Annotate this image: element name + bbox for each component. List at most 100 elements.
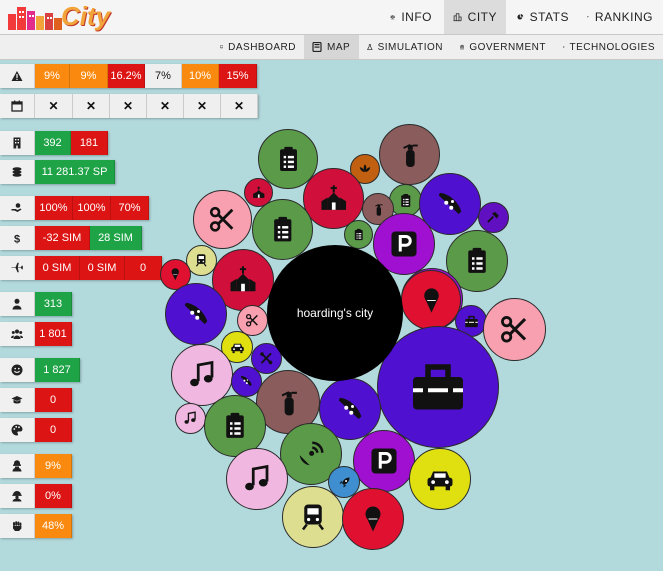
stat-cell-disabled: ✕ bbox=[221, 94, 258, 118]
clipboard-icon bbox=[400, 193, 411, 207]
parking-bubble[interactable] bbox=[353, 430, 415, 492]
subnav-government-label: GOVERNMENT bbox=[469, 41, 546, 53]
car-bubble[interactable] bbox=[409, 448, 471, 510]
nav-stats[interactable]: STATS bbox=[508, 0, 578, 34]
music-bubble[interactable] bbox=[226, 448, 288, 510]
trophy-icon bbox=[587, 16, 589, 18]
rocket-icon bbox=[339, 477, 349, 487]
pie-chart-icon bbox=[517, 14, 524, 20]
fist-icon bbox=[0, 514, 35, 538]
stat-value: 48% bbox=[35, 514, 72, 538]
stat-cell-disabled: ✕ bbox=[73, 94, 110, 118]
church-icon bbox=[321, 184, 346, 210]
stat-row: 11 281.37 SP bbox=[0, 160, 115, 184]
stat-value: 313 bbox=[35, 292, 72, 316]
music-bubble[interactable] bbox=[175, 403, 206, 434]
svg-text:$: $ bbox=[14, 234, 20, 245]
stat-value: -32 SIM bbox=[35, 226, 90, 250]
nav-info-label: INFO bbox=[401, 10, 432, 24]
scissors-bubble[interactable] bbox=[193, 190, 252, 249]
stat-value: 100% bbox=[35, 196, 73, 220]
dollar-icon: $ bbox=[0, 226, 35, 250]
stat-value: 0 SIM bbox=[80, 256, 125, 280]
nav-info[interactable]: INFO bbox=[381, 0, 441, 34]
subnav-government[interactable]: GOVERNMENT bbox=[452, 35, 554, 59]
ice-cream-icon bbox=[365, 506, 381, 532]
city-center-bubble[interactable]: hoarding's city bbox=[267, 245, 403, 381]
fire-extinguisher-bubble[interactable] bbox=[379, 124, 440, 185]
nav-city[interactable]: CITY bbox=[444, 0, 506, 34]
stat-value: 0 SIM bbox=[35, 256, 80, 280]
clipboard-icon bbox=[226, 412, 244, 438]
church-icon bbox=[252, 186, 265, 198]
subnav-technologies-label: TECHNOLOGIES bbox=[569, 41, 655, 53]
nav-stats-label: STATS bbox=[529, 10, 569, 24]
subnav-map[interactable]: MAP bbox=[304, 35, 359, 59]
city-name-label: hoarding's city bbox=[296, 306, 374, 320]
people-icon bbox=[0, 322, 35, 346]
stat-value: 16.2% bbox=[108, 64, 145, 88]
clipboard-bubble[interactable] bbox=[252, 199, 313, 260]
train-bubble[interactable] bbox=[282, 486, 344, 548]
stat-value: 181 bbox=[71, 131, 108, 155]
stat-value: 0 bbox=[35, 388, 72, 412]
nav-ranking-label: RANKING bbox=[594, 10, 653, 24]
stat-row: 9% bbox=[0, 454, 72, 478]
stat-cell-disabled: ✕ bbox=[147, 94, 184, 118]
map-icon bbox=[312, 42, 322, 52]
scissors-bubble[interactable] bbox=[483, 298, 546, 361]
smile-icon bbox=[0, 358, 35, 382]
stat-value: 70% bbox=[111, 196, 149, 220]
stat-row: $ -32 SIM 28 SIM bbox=[0, 226, 142, 250]
fire-extinguisher-icon bbox=[402, 143, 418, 167]
hammer-icon bbox=[487, 212, 499, 223]
app-logo[interactable]: City bbox=[6, 1, 136, 32]
subnav-map-label: MAP bbox=[327, 41, 351, 53]
pizza-icon bbox=[338, 397, 362, 419]
warning-icon bbox=[0, 64, 35, 88]
balance-scale-icon bbox=[390, 15, 396, 20]
lotus-icon bbox=[359, 164, 371, 172]
stat-cell-disabled: ✕ bbox=[35, 94, 73, 118]
stat-row: 0% bbox=[0, 484, 72, 508]
palette-icon bbox=[0, 418, 35, 442]
ice-cream-bubble[interactable] bbox=[401, 270, 461, 330]
pizza-icon bbox=[184, 302, 208, 324]
fire-extinguisher-icon bbox=[281, 390, 297, 415]
stat-row: 0 bbox=[0, 388, 72, 412]
parking-icon bbox=[391, 231, 417, 257]
stat-value: 15% bbox=[219, 64, 257, 88]
stat-value: 7% bbox=[145, 64, 182, 88]
subnav-technologies[interactable]: TECHNOLOGIES bbox=[555, 35, 663, 59]
stat-value: 0 bbox=[35, 418, 72, 442]
stat-row: 313 bbox=[0, 292, 72, 316]
nav-ranking[interactable]: RANKING bbox=[578, 0, 662, 34]
stat-value: 392 bbox=[35, 131, 71, 155]
train-icon bbox=[302, 504, 324, 531]
monitor-icon bbox=[220, 45, 224, 49]
clipboard-bubble[interactable] bbox=[344, 220, 373, 249]
pizza-bubble[interactable] bbox=[165, 283, 227, 345]
stat-value: 9% bbox=[35, 454, 72, 478]
satellite-icon bbox=[299, 441, 324, 466]
subnav-simulation[interactable]: SIMULATION bbox=[359, 35, 451, 59]
parking-icon bbox=[371, 448, 397, 474]
plane-icon bbox=[0, 256, 35, 280]
car-icon bbox=[427, 471, 453, 491]
music-icon bbox=[190, 360, 214, 387]
stat-row: 0 SIM 0 SIM 0 bbox=[0, 256, 162, 280]
stat-cell-disabled: ✕ bbox=[110, 94, 147, 118]
church-icon bbox=[230, 266, 256, 292]
music-icon bbox=[245, 464, 269, 491]
toolbox-icon bbox=[464, 315, 478, 327]
person-icon bbox=[0, 292, 35, 316]
subnav-dashboard[interactable]: DASHBOARD bbox=[212, 35, 304, 59]
hammer-bubble[interactable] bbox=[478, 202, 509, 233]
ice-cream-bubble[interactable] bbox=[342, 488, 404, 550]
stat-value: 1 801 bbox=[35, 322, 72, 346]
ice-cream-icon bbox=[171, 268, 180, 281]
worker-icon bbox=[0, 484, 35, 508]
scissors-icon bbox=[246, 314, 259, 327]
scissors-icon bbox=[501, 316, 527, 343]
clipboard-icon bbox=[468, 247, 486, 273]
